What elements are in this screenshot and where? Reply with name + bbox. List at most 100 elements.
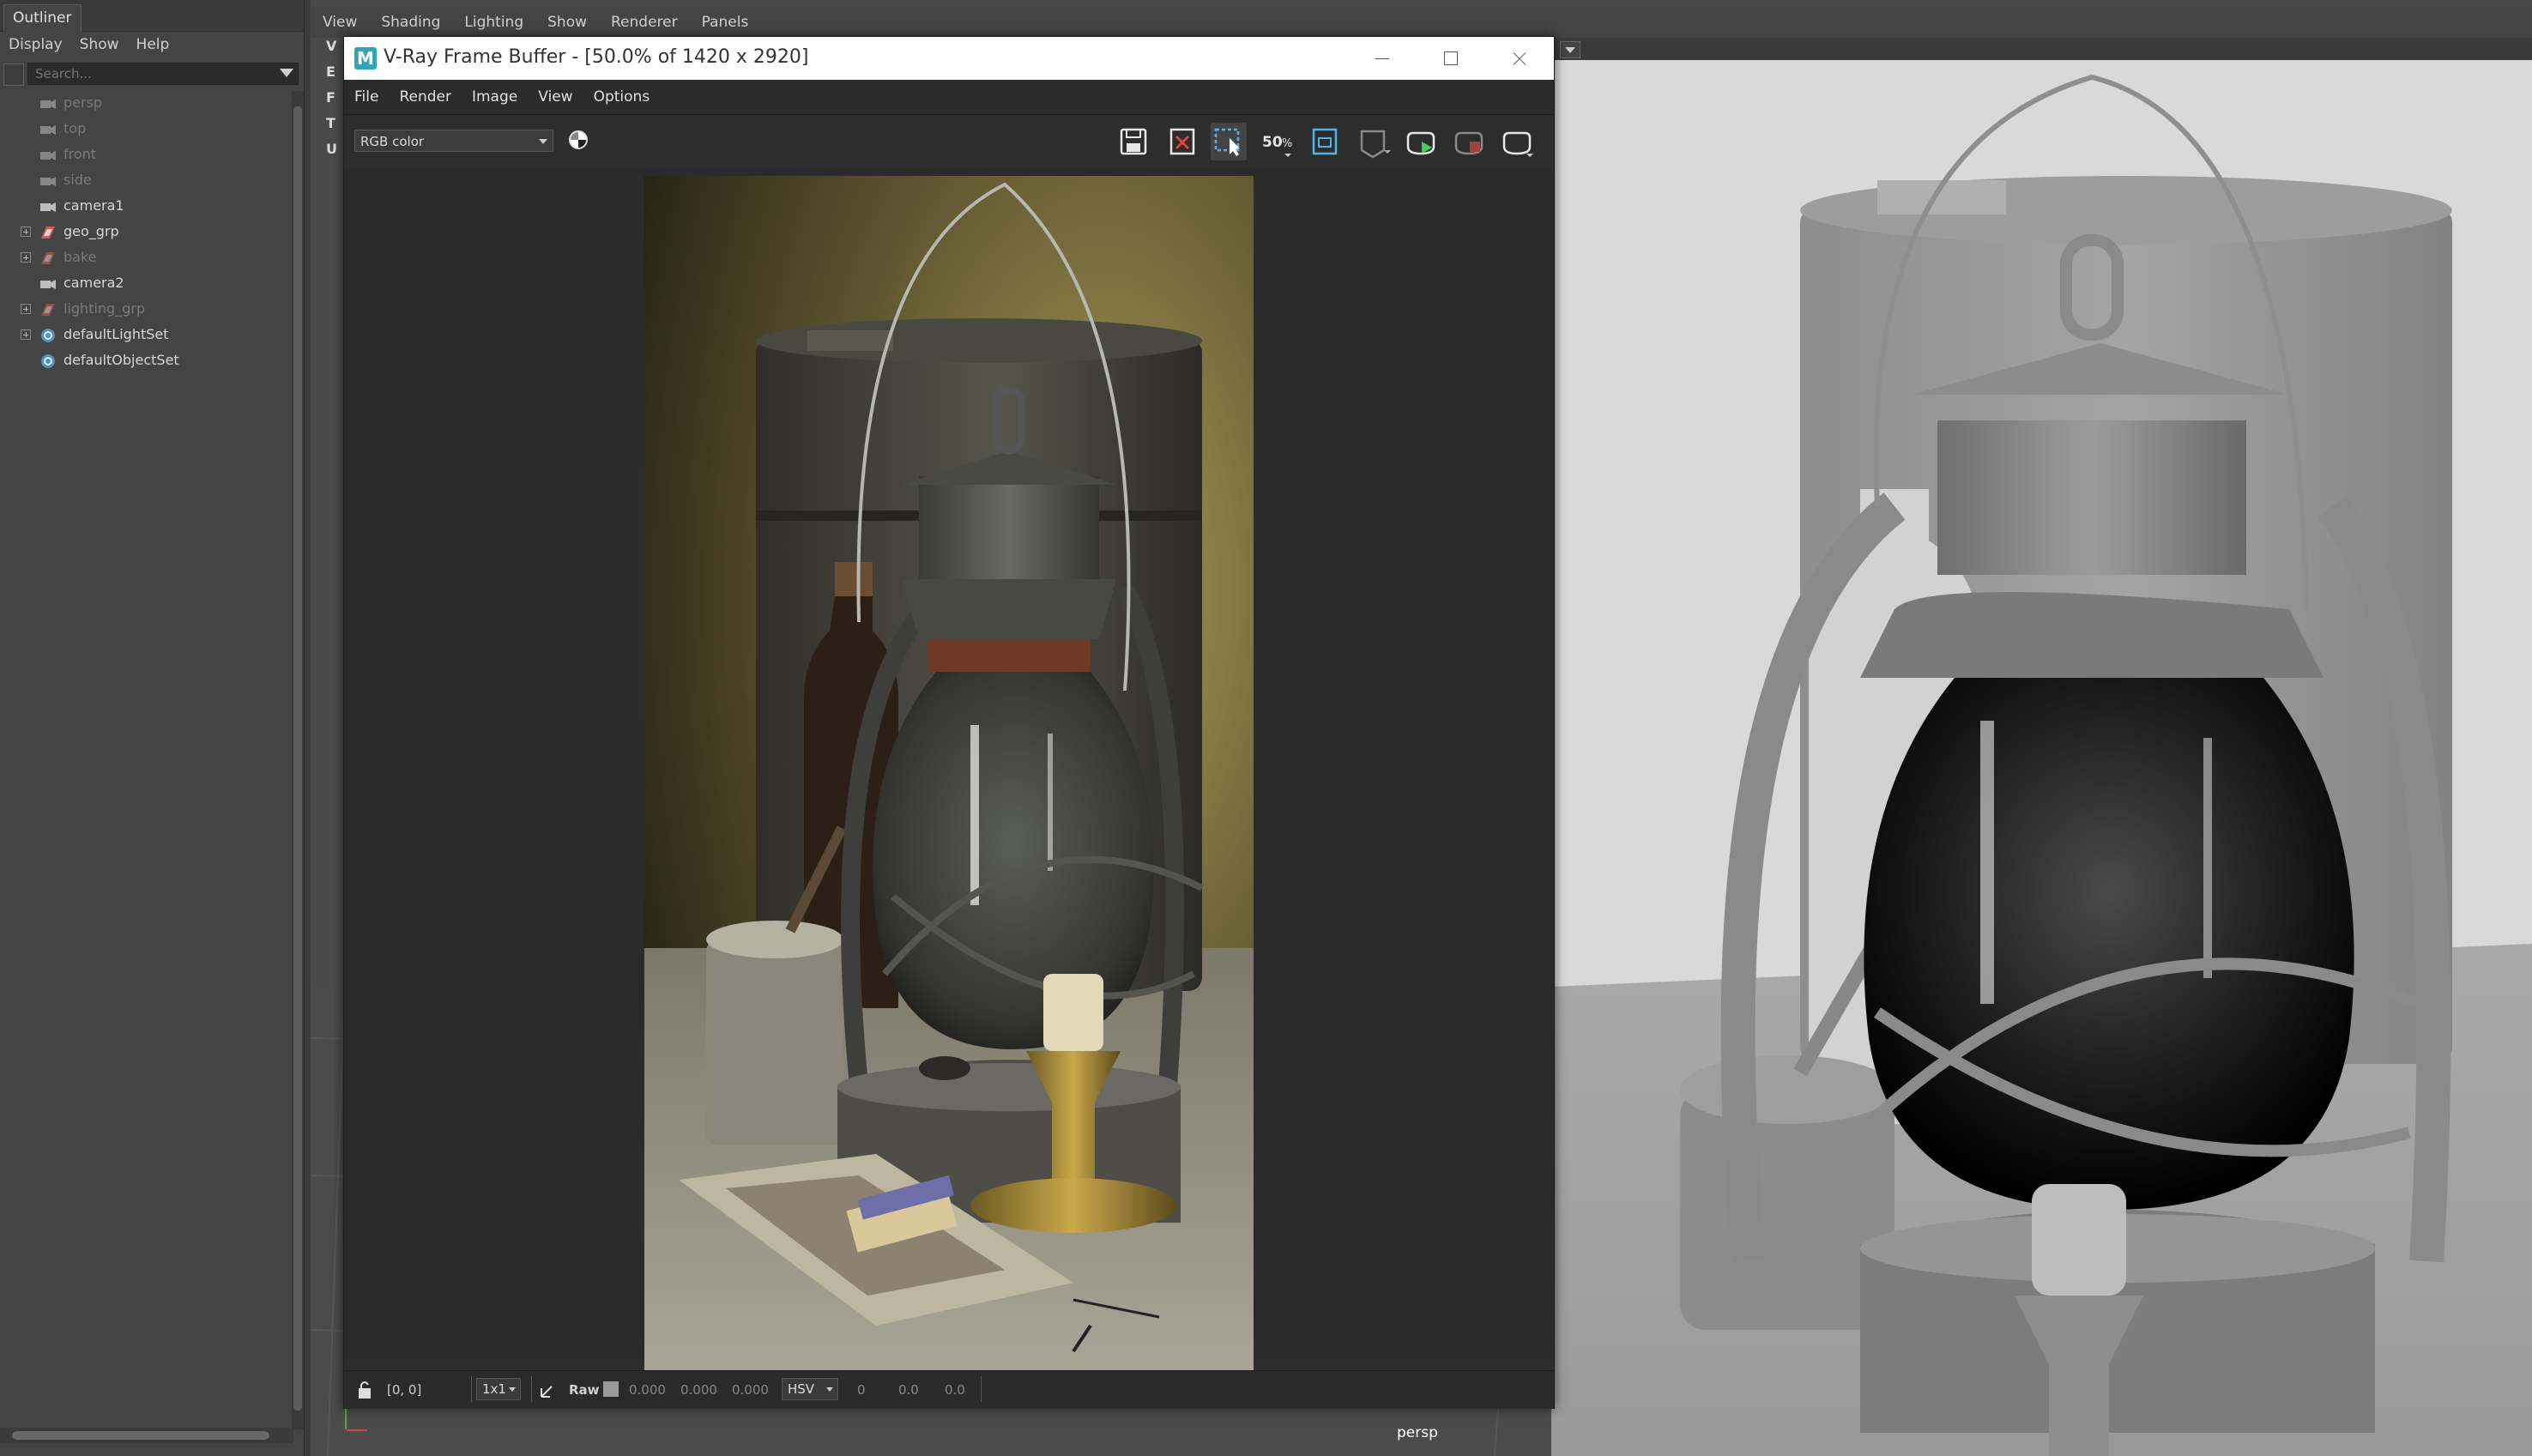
search-filter-icon[interactable] bbox=[3, 63, 24, 86]
outliner-menubar: Display Show Help bbox=[0, 31, 308, 58]
region-render-icon[interactable] bbox=[1211, 123, 1247, 160]
outliner-titlebar: Outliner bbox=[0, 0, 308, 32]
hsv-s-value: 0.0 bbox=[898, 1382, 919, 1398]
outliner-item[interactable]: lighting_grp bbox=[0, 297, 292, 323]
vfb-menu-image[interactable]: Image bbox=[462, 88, 528, 106]
outliner-horizontal-scrollbar[interactable] bbox=[0, 1428, 293, 1443]
rendered-image bbox=[644, 176, 1254, 1370]
vfb-menu-options[interactable]: Options bbox=[583, 88, 661, 106]
eyedropper-icon[interactable] bbox=[538, 1378, 560, 1400]
outliner-item[interactable]: defaultObjectSet bbox=[0, 348, 292, 374]
set-icon bbox=[39, 353, 57, 369]
maya-app-icon: M bbox=[354, 47, 377, 69]
render-icon[interactable] bbox=[1403, 123, 1439, 160]
rgb-g-value: 0.000 bbox=[680, 1382, 717, 1398]
color-mode-select[interactable]: HSV bbox=[782, 1378, 838, 1400]
outliner-tab[interactable]: Outliner bbox=[3, 4, 82, 32]
outliner-tree: persp top front side camera1 geo_grpbake camer… bbox=[0, 91, 293, 1412]
lock-icon[interactable] bbox=[356, 1378, 373, 1400]
vfb-menu-file[interactable]: File bbox=[344, 88, 389, 106]
outliner-search-row bbox=[0, 60, 308, 91]
outliner-item-label: front bbox=[63, 146, 97, 162]
viewport-toolbar-strip bbox=[1551, 38, 2532, 60]
viewport-menu-view[interactable]: View bbox=[311, 14, 369, 31]
close-button[interactable] bbox=[1485, 37, 1554, 80]
outliner-item[interactable]: top bbox=[0, 117, 292, 142]
viewport-camera-label: persp bbox=[1397, 1424, 1438, 1441]
outliner-item-label: bake bbox=[63, 249, 97, 265]
frame-image-icon[interactable] bbox=[1307, 123, 1343, 160]
outliner-menu-help[interactable]: Help bbox=[128, 36, 178, 53]
expand-icon[interactable] bbox=[21, 304, 31, 314]
outliner-menu-display[interactable]: Display bbox=[0, 36, 71, 53]
outliner-item[interactable]: persp bbox=[0, 91, 292, 117]
rgb-b-value: 0.000 bbox=[732, 1382, 769, 1398]
set-icon bbox=[39, 328, 57, 343]
vfb-menu-render[interactable]: Render bbox=[389, 88, 462, 106]
stop-render-icon[interactable] bbox=[1451, 123, 1487, 160]
minimize-button[interactable] bbox=[1348, 37, 1417, 80]
interactive-render-icon[interactable] bbox=[1499, 123, 1535, 160]
hsv-v-value: 0.0 bbox=[945, 1382, 965, 1398]
outliner-item-label: camera1 bbox=[63, 197, 124, 214]
window-title: V-Ray Frame Buffer - [50.0% of 1420 x 29… bbox=[384, 46, 809, 68]
pixel-coordinates: [0, 0] bbox=[387, 1382, 422, 1398]
viewport-menu-shading[interactable]: Shading bbox=[369, 14, 452, 31]
svg-text:%: % bbox=[1282, 137, 1292, 150]
camera-icon bbox=[39, 199, 57, 214]
outliner-item[interactable]: camera2 bbox=[0, 271, 292, 297]
viewport-toolbar-dropdown[interactable] bbox=[1560, 41, 1580, 58]
outliner-item[interactable]: front bbox=[0, 142, 292, 168]
outliner-item[interactable]: geo_grp bbox=[0, 220, 292, 245]
outliner-item-label: lighting_grp bbox=[63, 300, 146, 317]
viewport-menu-lighting[interactable]: Lighting bbox=[452, 14, 535, 31]
raw-label: Raw bbox=[569, 1382, 600, 1398]
track-mouse-icon[interactable] bbox=[1355, 123, 1391, 160]
outliner-item[interactable]: bake bbox=[0, 245, 292, 271]
vfb-toolbar: RGB color 50% bbox=[344, 116, 1554, 167]
vray-frame-buffer-window: M V-Ray Frame Buffer - [50.0% of 1420 x … bbox=[343, 36, 1555, 1409]
expand-icon[interactable] bbox=[21, 329, 31, 340]
color-swatch bbox=[603, 1381, 619, 1397]
outliner-item[interactable]: camera1 bbox=[0, 194, 292, 220]
zoom-badge-text: 50 bbox=[1262, 134, 1283, 151]
window-titlebar[interactable]: M V-Ray Frame Buffer - [50.0% of 1420 x … bbox=[344, 37, 1554, 80]
axis-x-indicator bbox=[347, 1429, 367, 1431]
viewport-menu-show[interactable]: Show bbox=[535, 14, 599, 31]
viewport-scene-render[interactable] bbox=[1551, 60, 2532, 1456]
expand-icon[interactable] bbox=[21, 252, 31, 263]
group-icon bbox=[39, 225, 57, 240]
zoom-50-icon[interactable]: 50% bbox=[1259, 123, 1295, 160]
camera-icon bbox=[39, 173, 57, 189]
group-icon bbox=[39, 251, 57, 266]
outliner-item-label: geo_grp bbox=[63, 223, 119, 239]
status-separator bbox=[531, 1376, 532, 1402]
viewport-menu-renderer[interactable]: Renderer bbox=[599, 14, 690, 31]
vfb-image-viewport[interactable] bbox=[344, 167, 1554, 1370]
save-image-icon[interactable] bbox=[1116, 123, 1152, 160]
clear-image-icon[interactable] bbox=[1164, 123, 1200, 160]
outliner-item[interactable]: defaultLightSet bbox=[0, 323, 292, 348]
viewport-menu-panels[interactable]: Panels bbox=[690, 14, 761, 31]
outliner-panel: Outliner Display Show Help persp top front… bbox=[0, 0, 308, 1456]
maximize-button[interactable] bbox=[1417, 37, 1485, 80]
color-corrections-icon[interactable] bbox=[569, 130, 588, 149]
expand-icon[interactable] bbox=[21, 227, 31, 237]
chevron-down-icon[interactable] bbox=[280, 69, 293, 77]
sample-size-select[interactable]: 1x1 bbox=[476, 1378, 521, 1400]
hsv-h-value: 0 bbox=[857, 1382, 866, 1398]
viewport-menubar: View Shading Lighting Show Renderer Pane… bbox=[311, 7, 2532, 38]
outliner-item[interactable]: side bbox=[0, 168, 292, 194]
outliner-item-label: defaultObjectSet bbox=[63, 352, 179, 368]
render-channel-select[interactable]: RGB color bbox=[354, 130, 553, 152]
vfb-menu-view[interactable]: View bbox=[528, 88, 583, 106]
outliner-menu-show[interactable]: Show bbox=[71, 36, 128, 53]
outliner-search-input[interactable] bbox=[27, 63, 299, 85]
outliner-item-label: camera2 bbox=[63, 275, 124, 291]
scrollbar-thumb[interactable] bbox=[293, 106, 302, 1411]
outliner-item-label: top bbox=[63, 120, 87, 136]
vfb-menubar: File Render Image View Options bbox=[344, 80, 1554, 115]
scrollbar-thumb[interactable] bbox=[12, 1431, 269, 1440]
outliner-vertical-scrollbar[interactable] bbox=[292, 91, 304, 1429]
outliner-item-label: side bbox=[63, 172, 92, 188]
